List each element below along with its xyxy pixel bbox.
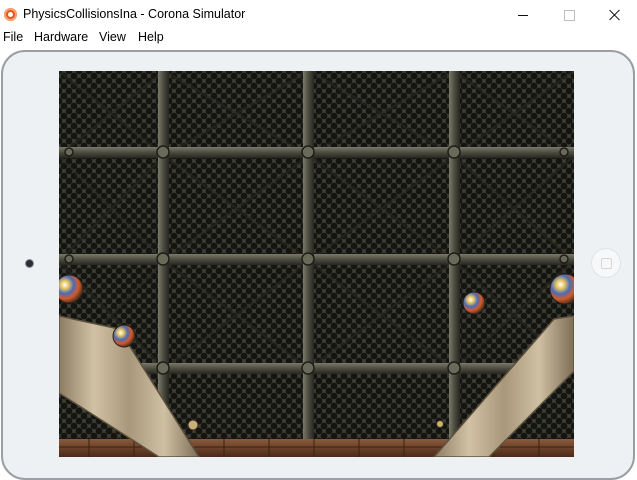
window-title: PhysicsCollisionsIna - Corona Simulator	[23, 7, 246, 21]
title-bar: PhysicsCollisionsIna - Corona Simulator	[0, 0, 637, 30]
front-camera-icon	[26, 260, 33, 267]
minimize-button[interactable]	[500, 0, 546, 30]
menu-help[interactable]: Help	[138, 30, 164, 47]
menu-hardware[interactable]: Hardware	[34, 30, 88, 47]
marble	[112, 324, 136, 348]
game-screen[interactable]	[59, 71, 574, 457]
close-button[interactable]	[592, 0, 637, 30]
game-canvas[interactable]	[59, 71, 574, 457]
minimize-icon	[518, 14, 528, 16]
close-icon	[609, 9, 621, 21]
marble	[59, 274, 84, 304]
marble	[549, 273, 574, 305]
menu-view[interactable]: View	[99, 30, 126, 47]
maximize-button[interactable]	[546, 0, 592, 30]
menu-file[interactable]: File	[3, 30, 23, 47]
chip	[187, 419, 199, 431]
maximize-icon	[563, 9, 575, 21]
chip	[436, 420, 444, 428]
corona-app-icon[interactable]	[4, 8, 17, 21]
marble	[462, 291, 486, 315]
home-button[interactable]	[592, 249, 620, 277]
menu-bar: File Hardware View Help	[0, 30, 637, 47]
